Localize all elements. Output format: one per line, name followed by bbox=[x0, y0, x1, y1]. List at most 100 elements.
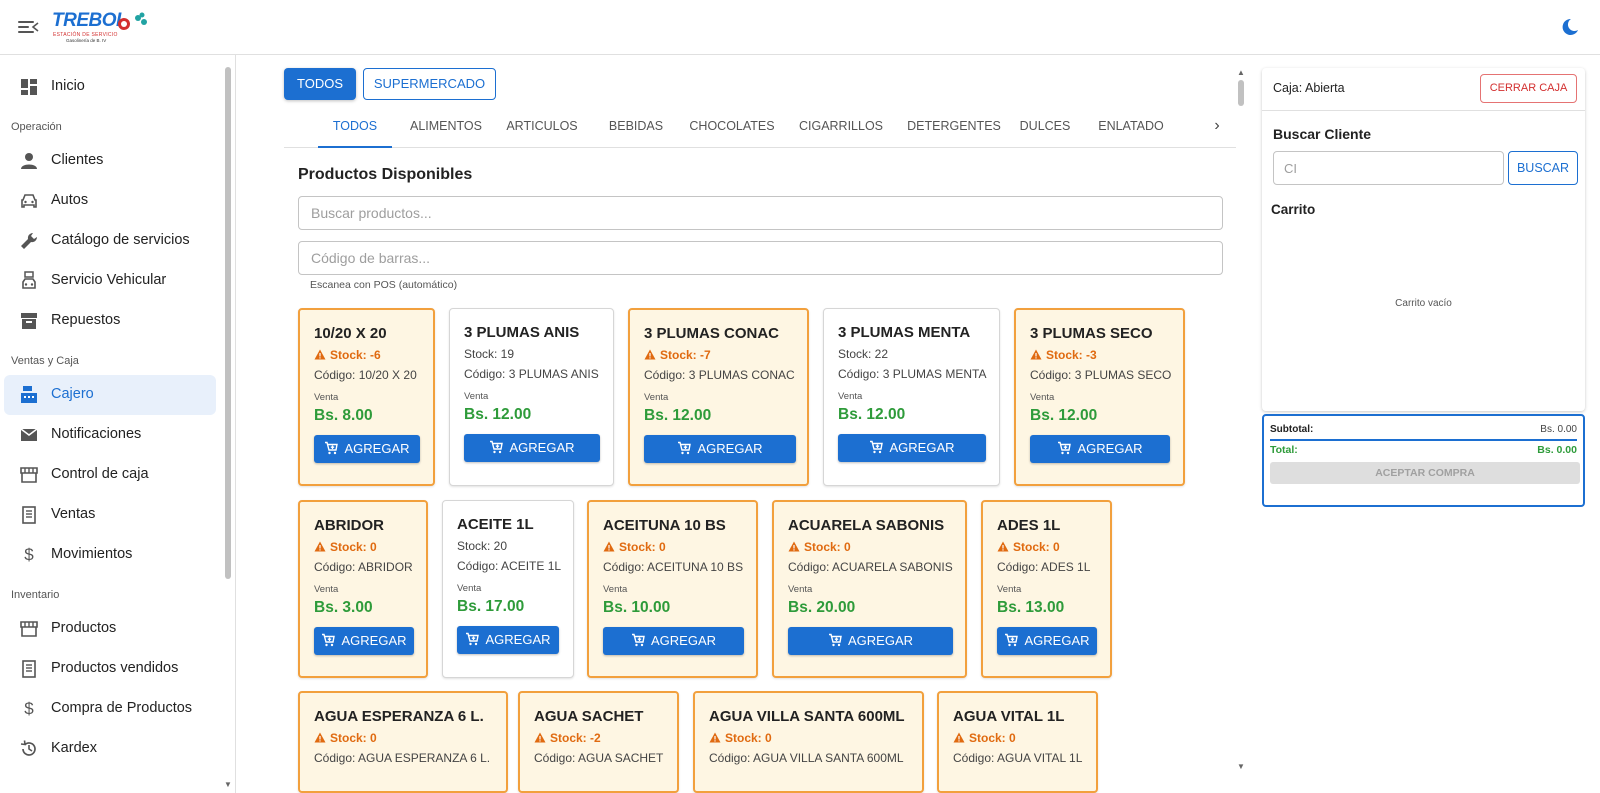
add-to-cart-button[interactable]: AGREGAR bbox=[464, 434, 600, 462]
tab-chocolates[interactable]: CHOCOLATES bbox=[686, 112, 778, 148]
tab-alimentos[interactable]: ALIMENTOS bbox=[404, 112, 488, 148]
barcode-input[interactable] bbox=[298, 241, 1223, 275]
logo-mark-icon bbox=[118, 12, 147, 30]
warning-icon bbox=[1030, 348, 1046, 362]
warning-icon bbox=[644, 348, 660, 362]
sidebar-item-compra-productos[interactable]: $ Compra de Productos bbox=[4, 689, 216, 729]
tab-cigarrillos[interactable]: CIGARRILLOS bbox=[794, 112, 888, 148]
add-to-cart-button[interactable]: AGREGAR bbox=[997, 627, 1097, 655]
sidebar-item-ventas[interactable]: Ventas bbox=[4, 495, 216, 535]
scroll-down-icon[interactable]: ▼ bbox=[224, 780, 232, 789]
add-to-cart-button[interactable]: AGREGAR bbox=[644, 435, 796, 463]
product-name: ACUARELA SABONIS bbox=[788, 517, 945, 534]
sidebar-item-label: Cajero bbox=[51, 386, 94, 402]
price-label: Venta bbox=[314, 584, 339, 595]
sidebar-item-productos[interactable]: Productos bbox=[4, 609, 216, 649]
search-customer-button[interactable]: BUSCAR bbox=[1508, 151, 1578, 185]
app-root: TREBOL ESTACIÓN DE SERVICIO Gasolinería … bbox=[0, 0, 1600, 793]
filter-supermercado-button[interactable]: SUPERMERCADO bbox=[363, 68, 496, 100]
warning-icon bbox=[953, 731, 969, 745]
scrollbar-thumb[interactable] bbox=[1238, 80, 1244, 106]
add-to-cart-button[interactable]: AGREGAR bbox=[788, 627, 953, 655]
sidebar-item-movimientos[interactable]: $ Movimientos bbox=[4, 535, 216, 575]
filter-todos-button[interactable]: TODOS bbox=[284, 68, 356, 100]
product-price: Bs. 3.00 bbox=[314, 599, 373, 616]
main-scrollbar[interactable]: ▲ ▼ bbox=[1236, 68, 1246, 780]
product-stock: Stock: 20 bbox=[457, 539, 507, 553]
sidebar-scrollbar[interactable]: ▼ bbox=[224, 55, 232, 793]
price-label: Venta bbox=[838, 391, 863, 402]
sidebar-item-label: Control de caja bbox=[51, 466, 149, 482]
sidebar-item-control-caja[interactable]: Control de caja bbox=[4, 455, 216, 495]
add-to-cart-button[interactable]: AGREGAR bbox=[1030, 435, 1170, 463]
tab-bebidas[interactable]: BEBIDAS bbox=[604, 112, 668, 148]
product-stock: Stock: -3 bbox=[1030, 348, 1097, 362]
product-stock: Stock: 0 bbox=[603, 540, 666, 554]
product-code: Código: 3 PLUMAS SECO bbox=[1030, 368, 1172, 382]
product-price: Bs. 17.00 bbox=[457, 598, 525, 615]
cash-register-icon bbox=[21, 386, 37, 403]
scrollbar-thumb[interactable] bbox=[225, 67, 231, 579]
product-code: Código: ACEITUNA 10 BS bbox=[603, 560, 744, 574]
add-to-cart-button[interactable]: AGREGAR bbox=[603, 627, 744, 655]
accept-purchase-button[interactable]: ACEPTAR COMPRA bbox=[1270, 462, 1580, 484]
sidebar-item-label: Inicio bbox=[51, 78, 85, 94]
subtotal-label: Subtotal: bbox=[1270, 424, 1314, 435]
add-to-cart-button[interactable]: AGREGAR bbox=[314, 627, 414, 655]
ci-input[interactable] bbox=[1273, 151, 1504, 185]
sidebar-section-title: Ventas y Caja bbox=[11, 355, 79, 367]
sidebar-item-notificaciones[interactable]: Notificaciones bbox=[4, 415, 216, 455]
product-stock-text: Stock: -3 bbox=[1046, 348, 1097, 362]
add-cart-icon bbox=[465, 632, 485, 647]
sidebar-item-label: Autos bbox=[51, 192, 89, 208]
add-to-cart-button[interactable]: AGREGAR bbox=[314, 435, 420, 463]
warning-icon bbox=[314, 348, 330, 362]
add-to-cart-button[interactable]: AGREGAR bbox=[838, 434, 986, 462]
product-card: ADES 1L Stock: 0 Código: ADES 1L Venta Bs. 1… bbox=[981, 500, 1112, 678]
product-price: Bs. 12.00 bbox=[1030, 407, 1098, 424]
product-stock-text: Stock: -6 bbox=[330, 348, 381, 362]
scroll-down-icon[interactable]: ▼ bbox=[1237, 762, 1245, 771]
add-to-cart-button[interactable]: AGREGAR bbox=[457, 626, 559, 654]
sidebar-item-label: Movimientos bbox=[51, 546, 133, 562]
chevron-right-icon[interactable]: › bbox=[1206, 116, 1228, 138]
dark-mode-icon[interactable] bbox=[1560, 17, 1580, 37]
product-name: ADES 1L bbox=[997, 517, 1061, 534]
tab-enlatado[interactable]: ENLATADO bbox=[1090, 112, 1172, 148]
product-stock: Stock: 0 bbox=[788, 540, 851, 554]
product-stock-text: Stock: 0 bbox=[330, 540, 377, 554]
warning-icon bbox=[314, 540, 330, 554]
product-stock-text: Stock: -7 bbox=[660, 348, 711, 362]
product-code: Código: ACEITE 1L bbox=[457, 559, 562, 573]
tab-todos[interactable]: TODOS bbox=[318, 112, 392, 148]
receipt-icon bbox=[22, 506, 36, 524]
sidebar-item-repuestos[interactable]: Repuestos bbox=[4, 301, 216, 341]
product-code: Código: 10/20 X 20 bbox=[314, 368, 417, 382]
sidebar-item-cajero[interactable]: Cajero bbox=[4, 375, 216, 415]
product-code: Código: AGUA VITAL 1L bbox=[953, 751, 1083, 765]
search-input[interactable] bbox=[298, 196, 1223, 230]
brand-logo: TREBOL ESTACIÓN DE SERVICIO Gasolinería … bbox=[52, 10, 152, 46]
product-name: 10/20 X 20 bbox=[314, 325, 387, 342]
sidebar-item-clientes[interactable]: Clientes bbox=[4, 141, 216, 181]
product-price: Bs. 8.00 bbox=[314, 407, 373, 424]
product-name: AGUA SACHET bbox=[534, 708, 644, 725]
sidebar-item-autos[interactable]: Autos bbox=[4, 181, 216, 221]
sidebar-item-catalogo[interactable]: Catálogo de servicios bbox=[4, 221, 216, 261]
add-cart-icon bbox=[631, 633, 651, 648]
price-label: Venta bbox=[997, 584, 1022, 595]
product-stock-text: Stock: 0 bbox=[969, 731, 1016, 745]
scroll-up-icon[interactable]: ▲ bbox=[1237, 68, 1245, 77]
tab-detergentes[interactable]: DETERGENTES bbox=[906, 112, 1002, 148]
sidebar-item-servicio-vehicular[interactable]: Servicio Vehicular bbox=[4, 261, 216, 301]
add-button-label: AGREGAR bbox=[509, 440, 575, 455]
sidebar-item-inicio[interactable]: Inicio bbox=[4, 67, 216, 107]
caja-panel: Caja: Abierta CERRAR CAJA Buscar Cliente… bbox=[1262, 68, 1585, 411]
tab-dulces[interactable]: DULCES bbox=[1016, 112, 1074, 148]
tab-articulos[interactable]: ARTICULOS bbox=[502, 112, 582, 148]
menu-icon[interactable] bbox=[18, 18, 39, 36]
close-register-button[interactable]: CERRAR CAJA bbox=[1480, 74, 1577, 103]
sidebar-item-productos-vendidos[interactable]: Productos vendidos bbox=[4, 649, 216, 689]
sidebar-item-kardex[interactable]: Kardex bbox=[4, 729, 216, 769]
product-price: Bs. 12.00 bbox=[644, 407, 712, 424]
